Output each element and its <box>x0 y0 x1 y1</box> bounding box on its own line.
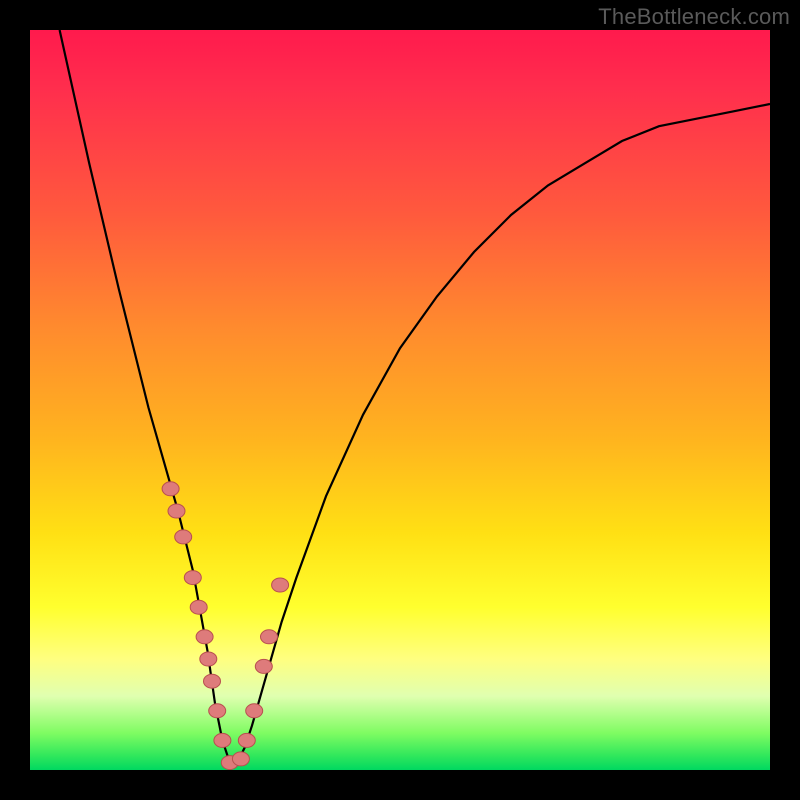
curve-marker <box>209 704 226 718</box>
curve-marker <box>255 659 272 673</box>
curve-marker <box>204 674 221 688</box>
curve-marker <box>246 704 263 718</box>
curve-marker <box>272 578 289 592</box>
curve-marker <box>168 504 185 518</box>
curve-marker <box>261 630 278 644</box>
curve-marker <box>214 733 231 747</box>
curve-marker <box>196 630 213 644</box>
curve-marker <box>190 600 207 614</box>
plot-area <box>30 30 770 770</box>
chart-frame: TheBottleneck.com <box>0 0 800 800</box>
curve-marker <box>175 530 192 544</box>
curve-marker <box>200 652 217 666</box>
bottleneck-curve-path <box>60 30 770 763</box>
bottleneck-curve-svg <box>30 30 770 770</box>
curve-marker <box>162 482 179 496</box>
watermark-text: TheBottleneck.com <box>598 4 790 30</box>
curve-marker <box>184 571 201 585</box>
curve-marker <box>238 733 255 747</box>
curve-marker <box>232 752 249 766</box>
